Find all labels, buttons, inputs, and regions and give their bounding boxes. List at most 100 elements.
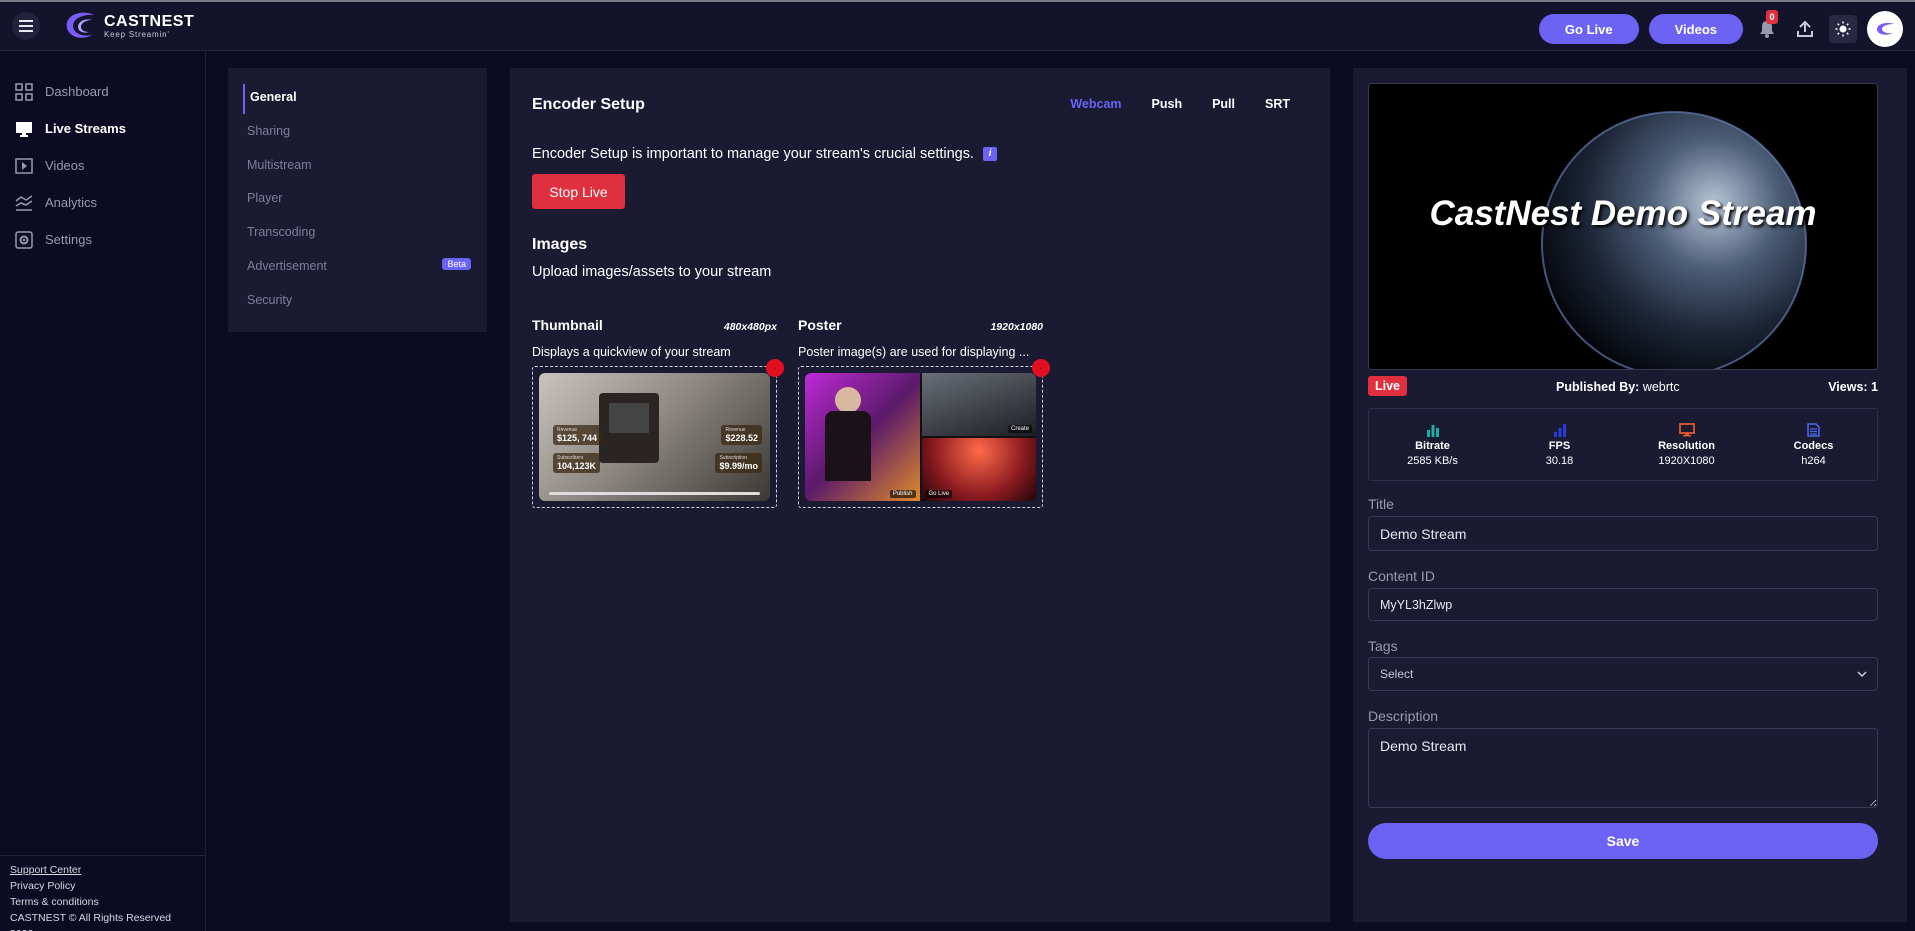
copyright-year: 2023 bbox=[10, 926, 195, 931]
menu-item-multistream[interactable]: Multistream bbox=[247, 158, 312, 172]
stream-stats: Bitrate 2585 KB/s FPS 30.18 Resolution 1… bbox=[1368, 408, 1878, 481]
upload-icon[interactable] bbox=[1791, 15, 1819, 43]
encoder-title: Encoder Setup bbox=[532, 96, 645, 113]
bell-icon[interactable]: 0 bbox=[1753, 10, 1781, 43]
tags-placeholder: Select bbox=[1380, 667, 1414, 681]
stop-live-button[interactable]: Stop Live bbox=[532, 174, 625, 209]
stat-resolution: Resolution 1920X1080 bbox=[1623, 409, 1750, 480]
menu-icon[interactable] bbox=[12, 12, 40, 40]
tab-srt[interactable]: SRT bbox=[1265, 97, 1290, 111]
thumbnail-description: Displays a quickview of your stream bbox=[532, 345, 731, 359]
menu-item-advertisement[interactable]: Advertisement bbox=[247, 259, 327, 273]
chevron-down-icon bbox=[1857, 671, 1867, 677]
gear-icon bbox=[15, 230, 33, 249]
sidebar-item-analytics[interactable]: Analytics bbox=[0, 184, 205, 221]
menu-item-security[interactable]: Security bbox=[247, 293, 292, 307]
poster-tag: Create bbox=[1007, 425, 1032, 433]
sidebar-item-settings[interactable]: Settings bbox=[0, 221, 205, 258]
published-by: Published By: webrtc bbox=[1556, 380, 1680, 394]
views-count: Views: 1 bbox=[1828, 380, 1878, 394]
tab-webcam[interactable]: Webcam bbox=[1070, 97, 1121, 111]
grid-icon bbox=[15, 82, 33, 101]
encoder-description-text: Encoder Setup is important to manage you… bbox=[532, 146, 975, 162]
display-icon bbox=[1678, 422, 1695, 436]
menu-item-transcoding[interactable]: Transcoding bbox=[247, 225, 315, 239]
sidebar-item-label: Videos bbox=[45, 158, 85, 173]
encoder-description: Encoder Setup is important to manage you… bbox=[532, 146, 998, 162]
document-icon bbox=[1807, 422, 1820, 437]
sidebar-item-live-streams[interactable]: Live Streams bbox=[0, 110, 205, 147]
description-textarea[interactable]: Demo Stream bbox=[1368, 728, 1878, 808]
menu-item-player[interactable]: Player bbox=[247, 191, 282, 205]
preview-title: CastNest Demo Stream bbox=[1429, 194, 1817, 233]
images-subtitle: Upload images/assets to your stream bbox=[532, 264, 772, 280]
play-icon bbox=[15, 157, 33, 174]
thumbnail-stat-card: Revenue $228.52 bbox=[721, 425, 762, 445]
stream-preview[interactable]: CastNest Demo Stream bbox=[1368, 83, 1878, 370]
brand-name: CASTNEST bbox=[104, 12, 195, 30]
thumbnail-title: Thumbnail bbox=[532, 317, 603, 333]
live-status-badge: Live bbox=[1368, 376, 1408, 396]
poster-image: Create Publish Go Live bbox=[805, 373, 1036, 501]
stat-fps: FPS 30.18 bbox=[1496, 409, 1623, 480]
thumbnail-dimensions: 480x480px bbox=[723, 321, 777, 333]
sidebar-item-label: Settings bbox=[45, 232, 92, 247]
monitor-icon bbox=[16, 121, 32, 137]
menu-item-sharing[interactable]: Sharing bbox=[247, 124, 290, 138]
beta-badge: Beta bbox=[442, 258, 471, 270]
menu-item-general[interactable]: General bbox=[250, 90, 297, 104]
images-title: Images bbox=[532, 236, 588, 253]
poster-dropzone[interactable]: · Create Publish Go Live bbox=[798, 359, 1050, 508]
sidebar-item-label: Dashboard bbox=[45, 84, 109, 99]
tab-push[interactable]: Push bbox=[1152, 97, 1183, 111]
title-label: Title bbox=[1368, 496, 1394, 512]
thumbnail-stat-card: Subscription $9.99/mo bbox=[715, 453, 762, 473]
brand-tagline: Keep Streamin' bbox=[104, 29, 170, 39]
bar-chart-icon bbox=[1426, 424, 1439, 437]
notification-badge: 0 bbox=[1766, 10, 1778, 24]
brand-logo-mark bbox=[62, 11, 98, 41]
poster-description: Poster image(s) are used for displaying … bbox=[798, 345, 1030, 359]
stream-details-panel: CastNest Demo Stream Live Published By: … bbox=[1353, 68, 1907, 922]
avatar[interactable] bbox=[1867, 11, 1903, 47]
stat-codecs: Codecs h264 bbox=[1750, 409, 1877, 480]
signal-icon bbox=[1553, 423, 1566, 437]
stat-bitrate: Bitrate 2585 KB/s bbox=[1369, 409, 1496, 480]
sidebar-item-videos[interactable]: Videos bbox=[0, 147, 205, 184]
stream-settings-menu: General Sharing Multistream Player Trans… bbox=[228, 68, 487, 332]
sun-icon[interactable] bbox=[1829, 15, 1857, 43]
content-id-label: Content ID bbox=[1368, 568, 1435, 584]
poster-section: Poster 1920x1080 Poster image(s) are use… bbox=[798, 317, 1050, 508]
thumbnail-dropzone[interactable]: · Revenue $125, 744 Revenue $228.52 Subscr… bbox=[532, 359, 784, 508]
poster-tag: Publish bbox=[889, 490, 916, 498]
save-button[interactable]: Save bbox=[1368, 823, 1878, 859]
tab-pull[interactable]: Pull bbox=[1212, 97, 1235, 111]
sidebar: Dashboard Live Streams Videos Analytics … bbox=[0, 51, 206, 931]
copyright-text: CASTNEST © All Rights Reserved bbox=[10, 912, 172, 924]
poster-title: Poster bbox=[798, 317, 842, 333]
sidebar-footer: Support Center Privacy Policy Terms & co… bbox=[0, 855, 205, 931]
sidebar-item-label: Analytics bbox=[45, 195, 98, 210]
support-center-link[interactable]: Support Center bbox=[10, 864, 81, 876]
tags-select[interactable]: Select bbox=[1368, 657, 1878, 691]
privacy-policy-link[interactable]: Privacy Policy bbox=[10, 880, 75, 892]
sidebar-item-dashboard[interactable]: Dashboard bbox=[0, 73, 205, 110]
poster-dimensions: 1920x1080 bbox=[990, 321, 1043, 333]
thumbnail-image: Revenue $125, 744 Revenue $228.52 Subscrib… bbox=[539, 373, 770, 501]
go-live-button[interactable]: Go Live bbox=[1538, 14, 1639, 44]
title-input[interactable] bbox=[1368, 516, 1878, 551]
chart-icon bbox=[15, 194, 33, 211]
stream-meta: Live Published By: webrtc Views: 1 bbox=[1368, 376, 1878, 398]
content-id-input[interactable] bbox=[1368, 588, 1878, 621]
thumbnail-stat-card: Subscribers 104,123K bbox=[553, 453, 601, 473]
description-label: Description bbox=[1368, 708, 1439, 724]
brand-logo[interactable]: CASTNEST Keep Streamin' bbox=[62, 11, 194, 41]
terms-link[interactable]: Terms & conditions bbox=[10, 896, 99, 908]
videos-button[interactable]: Videos bbox=[1648, 14, 1743, 44]
thumbnail-stat-card: Revenue $125, 744 bbox=[553, 425, 602, 445]
selected-indicator bbox=[243, 84, 245, 114]
thumbnail-section: Thumbnail 480x480px Displays a quickview… bbox=[532, 317, 784, 508]
top-bar: CASTNEST Keep Streamin' Go Live Videos 0 bbox=[0, 0, 1915, 51]
info-icon[interactable]: i bbox=[983, 147, 998, 161]
sidebar-item-label: Live Streams bbox=[45, 121, 126, 136]
